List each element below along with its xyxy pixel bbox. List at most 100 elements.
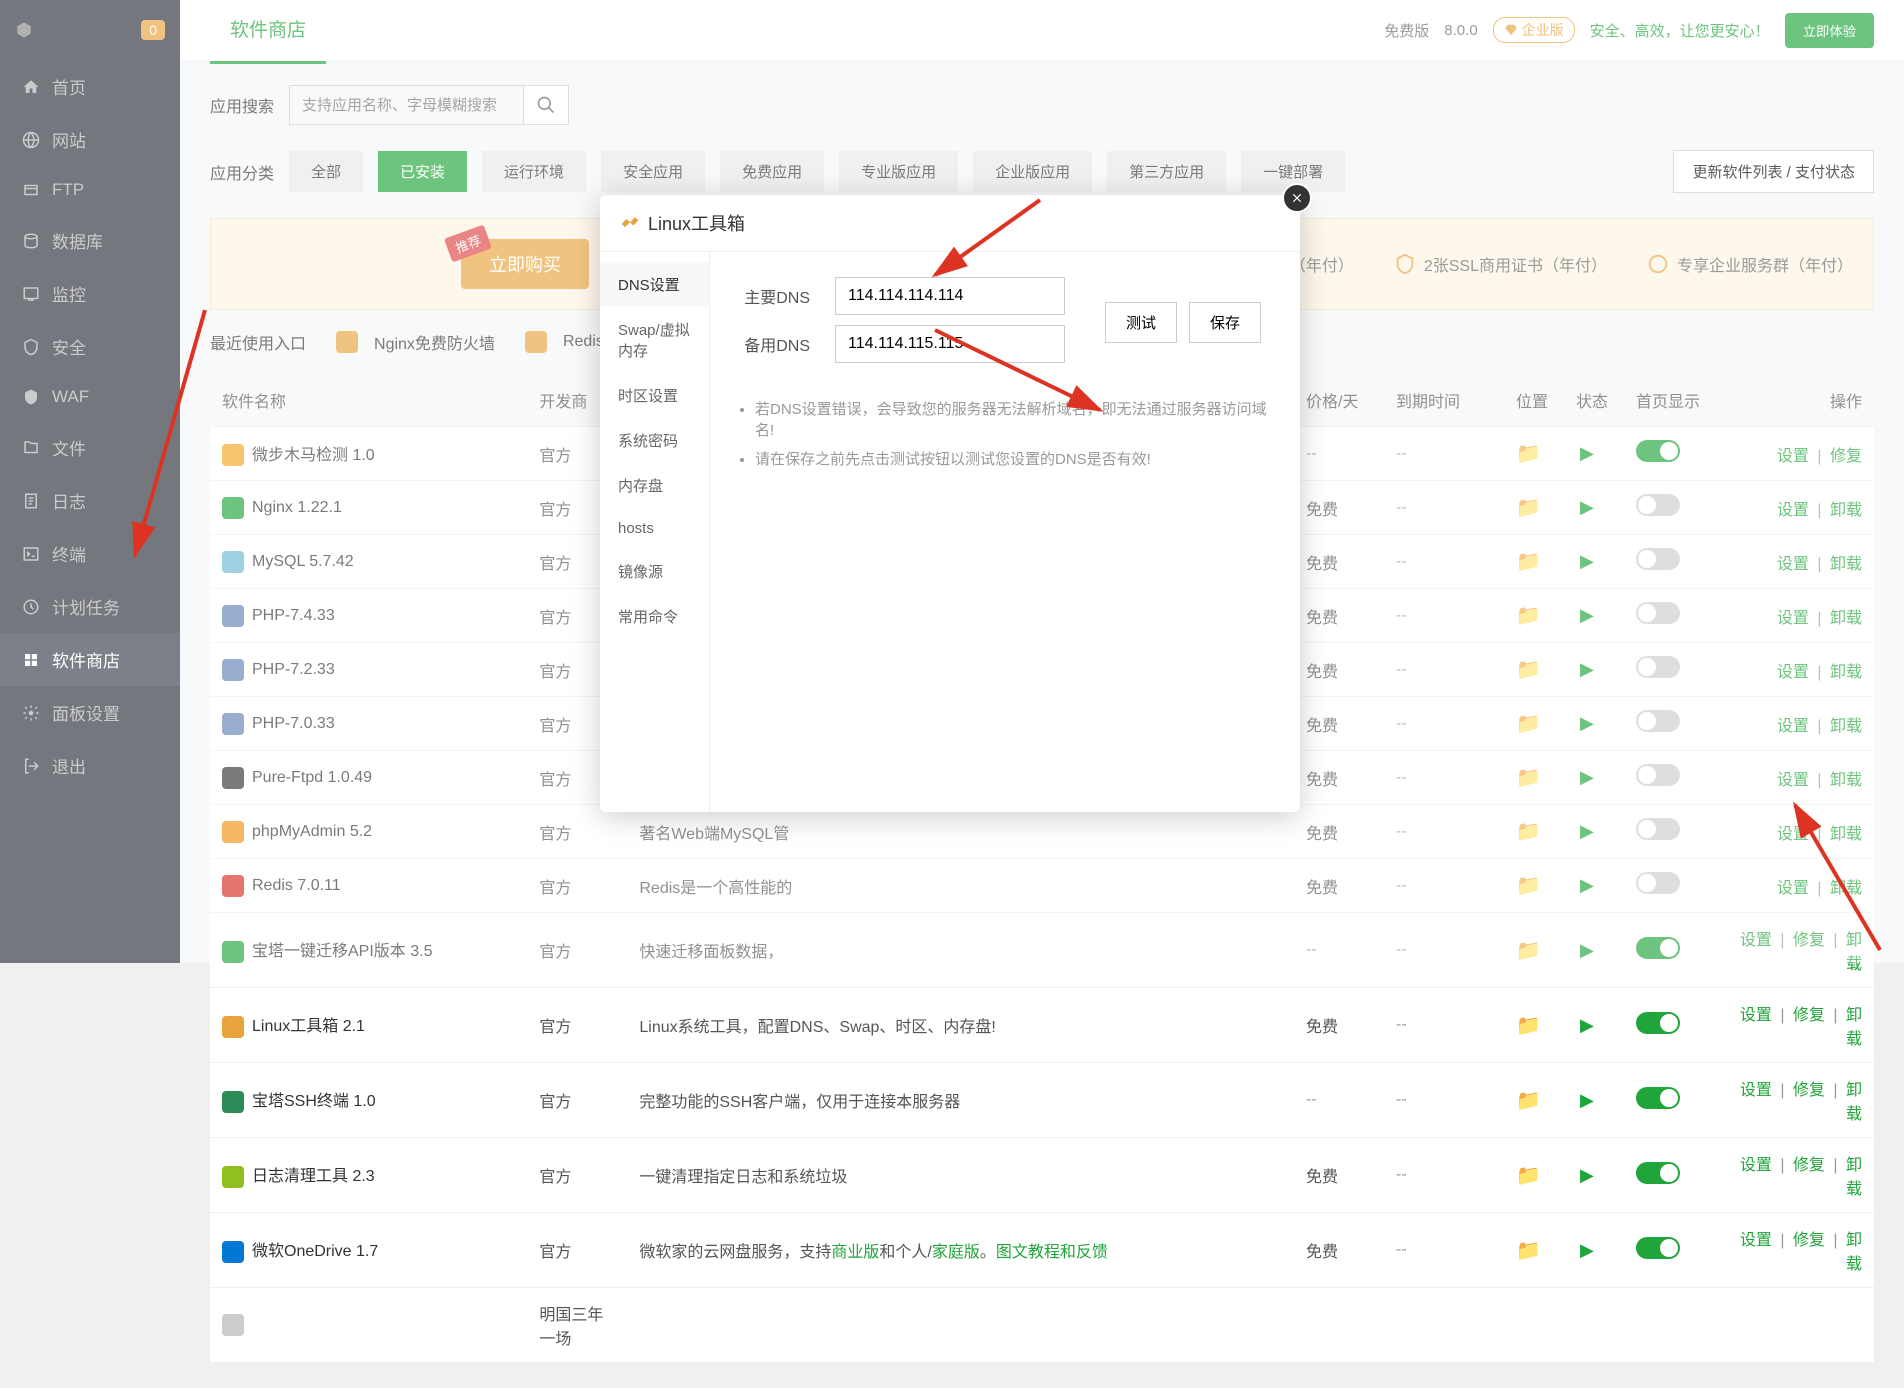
cell-name: Linux工具箱 2.1 [210, 988, 527, 1063]
app-icon [222, 1091, 244, 1113]
action-修复[interactable]: 修复 [1793, 1232, 1825, 1249]
cell-display [1624, 1138, 1714, 1213]
cell-name: 微软OneDrive 1.7 [210, 1213, 527, 1288]
modal-title: Linux工具箱 [648, 210, 745, 236]
cell-position: 📁 [1504, 1138, 1564, 1213]
app-icon [222, 1314, 244, 1336]
cell-description: 一键清理指定日志和系统垃圾 [627, 1138, 1294, 1213]
cell-price: -- [1294, 1063, 1384, 1138]
cell-display [1624, 1288, 1714, 1363]
cell-developer: 官方 [527, 1138, 627, 1213]
table-row: 微软OneDrive 1.7 官方 微软家的云网盘服务，支持商业版和个人/家庭版… [210, 1213, 1874, 1288]
modal-tab[interactable]: hosts [600, 508, 709, 549]
display-toggle[interactable] [1636, 1162, 1680, 1184]
modal-tab[interactable]: 镜像源 [600, 549, 709, 594]
app-icon [222, 1166, 244, 1188]
display-toggle[interactable] [1636, 1237, 1680, 1259]
cell-display [1624, 1063, 1714, 1138]
cell-developer: 官方 [527, 988, 627, 1063]
action-卸载[interactable]: 卸载 [1846, 1157, 1862, 1198]
tips-list: 若DNS设置错误，会导致您的服务器无法解析域名，即无法通过服务器访问域名! 请在… [735, 398, 1275, 469]
action-修复[interactable]: 修复 [1793, 1157, 1825, 1174]
cell-position: 📁 [1504, 1063, 1564, 1138]
modal-tab[interactable]: 系统密码 [600, 418, 709, 463]
backup-dns-label: 备用DNS [735, 332, 810, 356]
cell-status: ▶ [1564, 1138, 1624, 1213]
save-button[interactable]: 保存 [1189, 302, 1261, 343]
desc-link[interactable]: 家庭版 [932, 1244, 980, 1261]
play-icon[interactable]: ▶ [1580, 1240, 1594, 1260]
table-row: 明国三年一场 [210, 1288, 1874, 1363]
cell-actions: 设置 | 修复 | 卸载 [1714, 1063, 1874, 1138]
desc-link[interactable]: 商业版 [831, 1244, 879, 1261]
display-toggle[interactable] [1636, 1012, 1680, 1034]
close-button[interactable] [1282, 183, 1312, 213]
table-row: Linux工具箱 2.1 官方 Linux系统工具，配置DNS、Swap、时区、… [210, 988, 1874, 1063]
cell-developer: 官方 [527, 1063, 627, 1138]
cell-actions: 设置 | 修复 | 卸载 [1714, 988, 1874, 1063]
folder-icon[interactable]: 📁 [1516, 1240, 1541, 1262]
cell-expire [1384, 1288, 1504, 1363]
action-设置[interactable]: 设置 [1740, 1157, 1772, 1174]
action-卸载[interactable]: 卸载 [1846, 1232, 1862, 1273]
backup-dns-input[interactable] [835, 325, 1065, 363]
cell-price: 免费 [1294, 1138, 1384, 1213]
cell-description: Linux系统工具，配置DNS、Swap、时区、内存盘! [627, 988, 1294, 1063]
close-icon [1290, 191, 1304, 205]
modal-tab[interactable]: 常用命令 [600, 594, 709, 639]
primary-dns-input[interactable] [835, 277, 1065, 315]
modal-main: 主要DNS 备用DNS 测试 保存 若DNS设置错误，会导致您的服务器无法解析域… [710, 252, 1300, 812]
cell-position: 📁 [1504, 1213, 1564, 1288]
tip-item: 若DNS设置错误，会导致您的服务器无法解析域名，即无法通过服务器访问域名! [755, 398, 1275, 440]
folder-icon[interactable]: 📁 [1516, 1090, 1541, 1112]
primary-dns-label: 主要DNS [735, 284, 810, 308]
cell-status: ▶ [1564, 988, 1624, 1063]
cell-position: 📁 [1504, 988, 1564, 1063]
cell-description: 微软家的云网盘服务，支持商业版和个人/家庭版。图文教程和反馈 [627, 1213, 1294, 1288]
tip-item: 请在保存之前先点击测试按钮以测试您设置的DNS是否有效! [755, 448, 1275, 469]
action-修复[interactable]: 修复 [1793, 1007, 1825, 1024]
play-icon[interactable]: ▶ [1580, 1090, 1594, 1110]
modal-sidebar: DNS设置Swap/虚拟内存时区设置系统密码内存盘hosts镜像源常用命令 [600, 252, 710, 812]
cell-expire: -- [1384, 1063, 1504, 1138]
action-修复[interactable]: 修复 [1793, 1082, 1825, 1099]
folder-icon[interactable]: 📁 [1516, 1015, 1541, 1037]
cell-display [1624, 1213, 1714, 1288]
action-设置[interactable]: 设置 [1740, 1082, 1772, 1099]
table-row: 日志清理工具 2.3 官方 一键清理指定日志和系统垃圾 免费 -- 📁 ▶ 设置… [210, 1138, 1874, 1213]
cell-price [1294, 1288, 1384, 1363]
action-卸载[interactable]: 卸载 [1846, 1082, 1862, 1123]
cell-name: 宝塔SSH终端 1.0 [210, 1063, 527, 1138]
cell-developer: 明国三年一场 [527, 1288, 627, 1363]
action-设置[interactable]: 设置 [1740, 1232, 1772, 1249]
cell-expire: -- [1384, 1213, 1504, 1288]
folder-icon[interactable]: 📁 [1516, 1165, 1541, 1187]
play-icon[interactable]: ▶ [1580, 1165, 1594, 1185]
modal-tab[interactable]: DNS设置 [600, 262, 709, 307]
cell-description: 完整功能的SSH客户端，仅用于连接本服务器 [627, 1063, 1294, 1138]
play-icon[interactable]: ▶ [1580, 1015, 1594, 1035]
modal-tab[interactable]: Swap/虚拟内存 [600, 307, 709, 373]
cell-display [1624, 988, 1714, 1063]
display-toggle[interactable] [1636, 1087, 1680, 1109]
app-icon [222, 1241, 244, 1263]
cell-status: ▶ [1564, 1063, 1624, 1138]
cell-developer: 官方 [527, 1213, 627, 1288]
cell-actions [1714, 1288, 1874, 1363]
app-icon [222, 1016, 244, 1038]
desc-link[interactable]: 图文教程和反馈 [996, 1244, 1108, 1261]
test-button[interactable]: 测试 [1105, 302, 1177, 343]
cell-expire: -- [1384, 1138, 1504, 1213]
modal-header: Linux工具箱 [600, 195, 1300, 252]
cell-price: 免费 [1294, 1213, 1384, 1288]
cell-price: 免费 [1294, 988, 1384, 1063]
cell-position [1504, 1288, 1564, 1363]
table-row: 宝塔SSH终端 1.0 官方 完整功能的SSH客户端，仅用于连接本服务器 -- … [210, 1063, 1874, 1138]
cell-name: 日志清理工具 2.3 [210, 1138, 527, 1213]
cell-actions: 设置 | 修复 | 卸载 [1714, 1213, 1874, 1288]
modal-tab[interactable]: 时区设置 [600, 373, 709, 418]
modal-tab[interactable]: 内存盘 [600, 463, 709, 508]
action-设置[interactable]: 设置 [1740, 1007, 1772, 1024]
cell-expire: -- [1384, 988, 1504, 1063]
action-卸载[interactable]: 卸载 [1846, 1007, 1862, 1048]
